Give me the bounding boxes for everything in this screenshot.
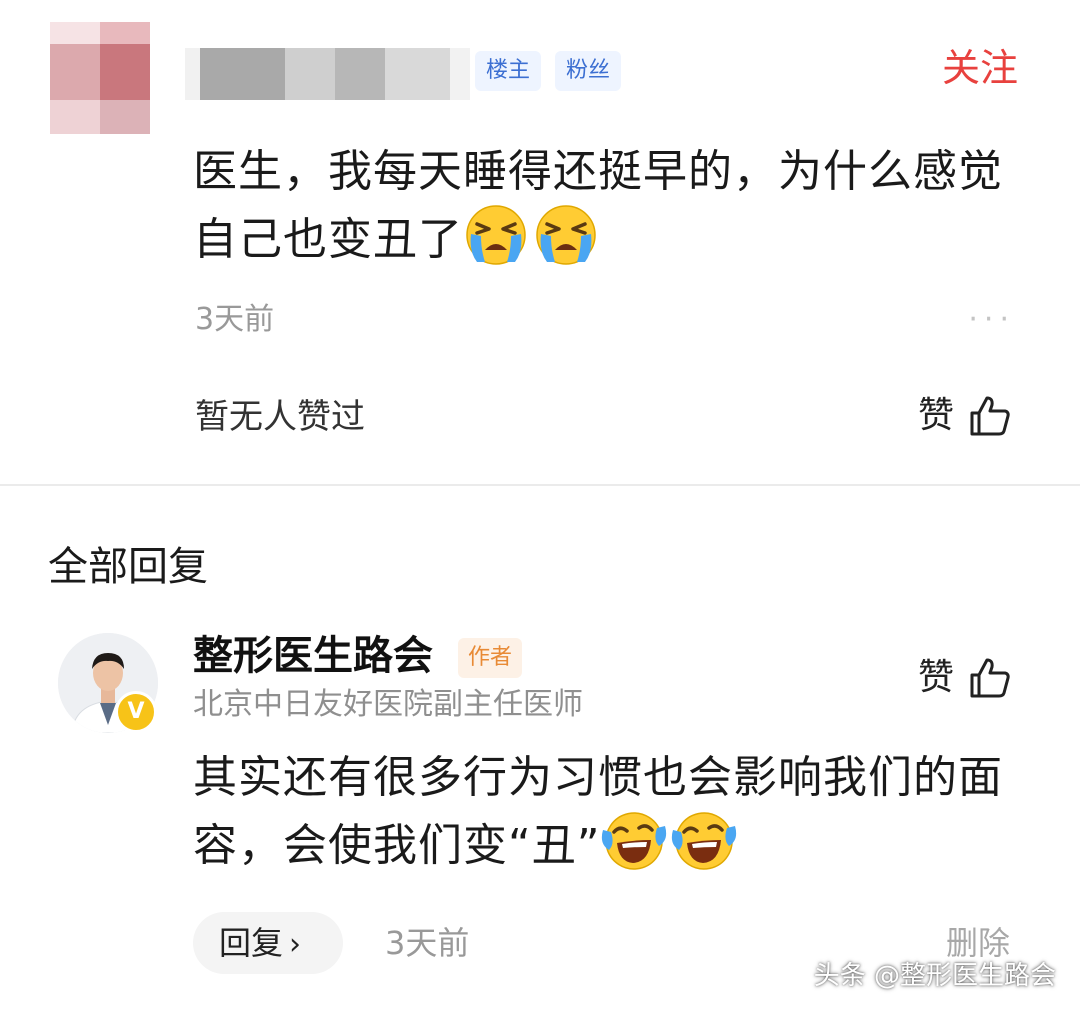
avatar[interactable] <box>50 22 150 134</box>
reply-text: 其实还有很多行为习惯也会影响我们的面容，会使我们变“丑” <box>193 746 1023 878</box>
chevron-right-icon: › <box>289 927 302 962</box>
likes-status: 暂无人赞过 <box>195 397 365 437</box>
reply-time: 3天前 <box>385 924 470 962</box>
section-divider <box>0 484 1080 486</box>
watermark: 头条 @整形医生路会 <box>813 961 1056 991</box>
comment-text: 医生，我每天睡得还挺早的，为什么感觉自己也变丑了 <box>193 140 1023 272</box>
username-redacted[interactable] <box>185 48 470 100</box>
comment-like-button[interactable]: 赞 <box>918 392 1012 440</box>
laughing-crying-face-icon <box>671 812 736 870</box>
fan-badge: 粉丝 <box>555 51 622 91</box>
laughing-crying-face-icon <box>601 812 666 870</box>
crying-face-icon <box>536 205 596 265</box>
crying-face-icon <box>466 205 526 265</box>
comment-time: 3天前 <box>195 302 275 337</box>
like-label: 赞 <box>917 395 954 436</box>
op-badge: 楼主 <box>475 51 542 91</box>
reply-like-button[interactable]: 赞 <box>918 654 1012 702</box>
author-tag: 作者 <box>458 638 523 678</box>
like-label: 赞 <box>917 657 954 698</box>
all-replies-title: 全部回复 <box>48 544 208 590</box>
reply-body: 其实还有很多行为习惯也会影响我们的面容，会使我们变“丑” <box>193 752 1003 871</box>
author-title: 北京中日友好医院副主任医师 <box>193 687 583 722</box>
reply-button-label: 回复 <box>219 924 284 962</box>
thumbs-up-icon <box>970 658 1010 698</box>
thumbs-up-icon <box>970 396 1010 436</box>
verified-badge: V <box>115 691 157 733</box>
reply-button[interactable]: 回复 › <box>193 912 343 974</box>
follow-button[interactable]: 关注 <box>942 42 1018 94</box>
more-options-icon[interactable]: ··· <box>968 300 1015 340</box>
reply-author-name[interactable]: 整形医生路会 <box>193 628 433 684</box>
